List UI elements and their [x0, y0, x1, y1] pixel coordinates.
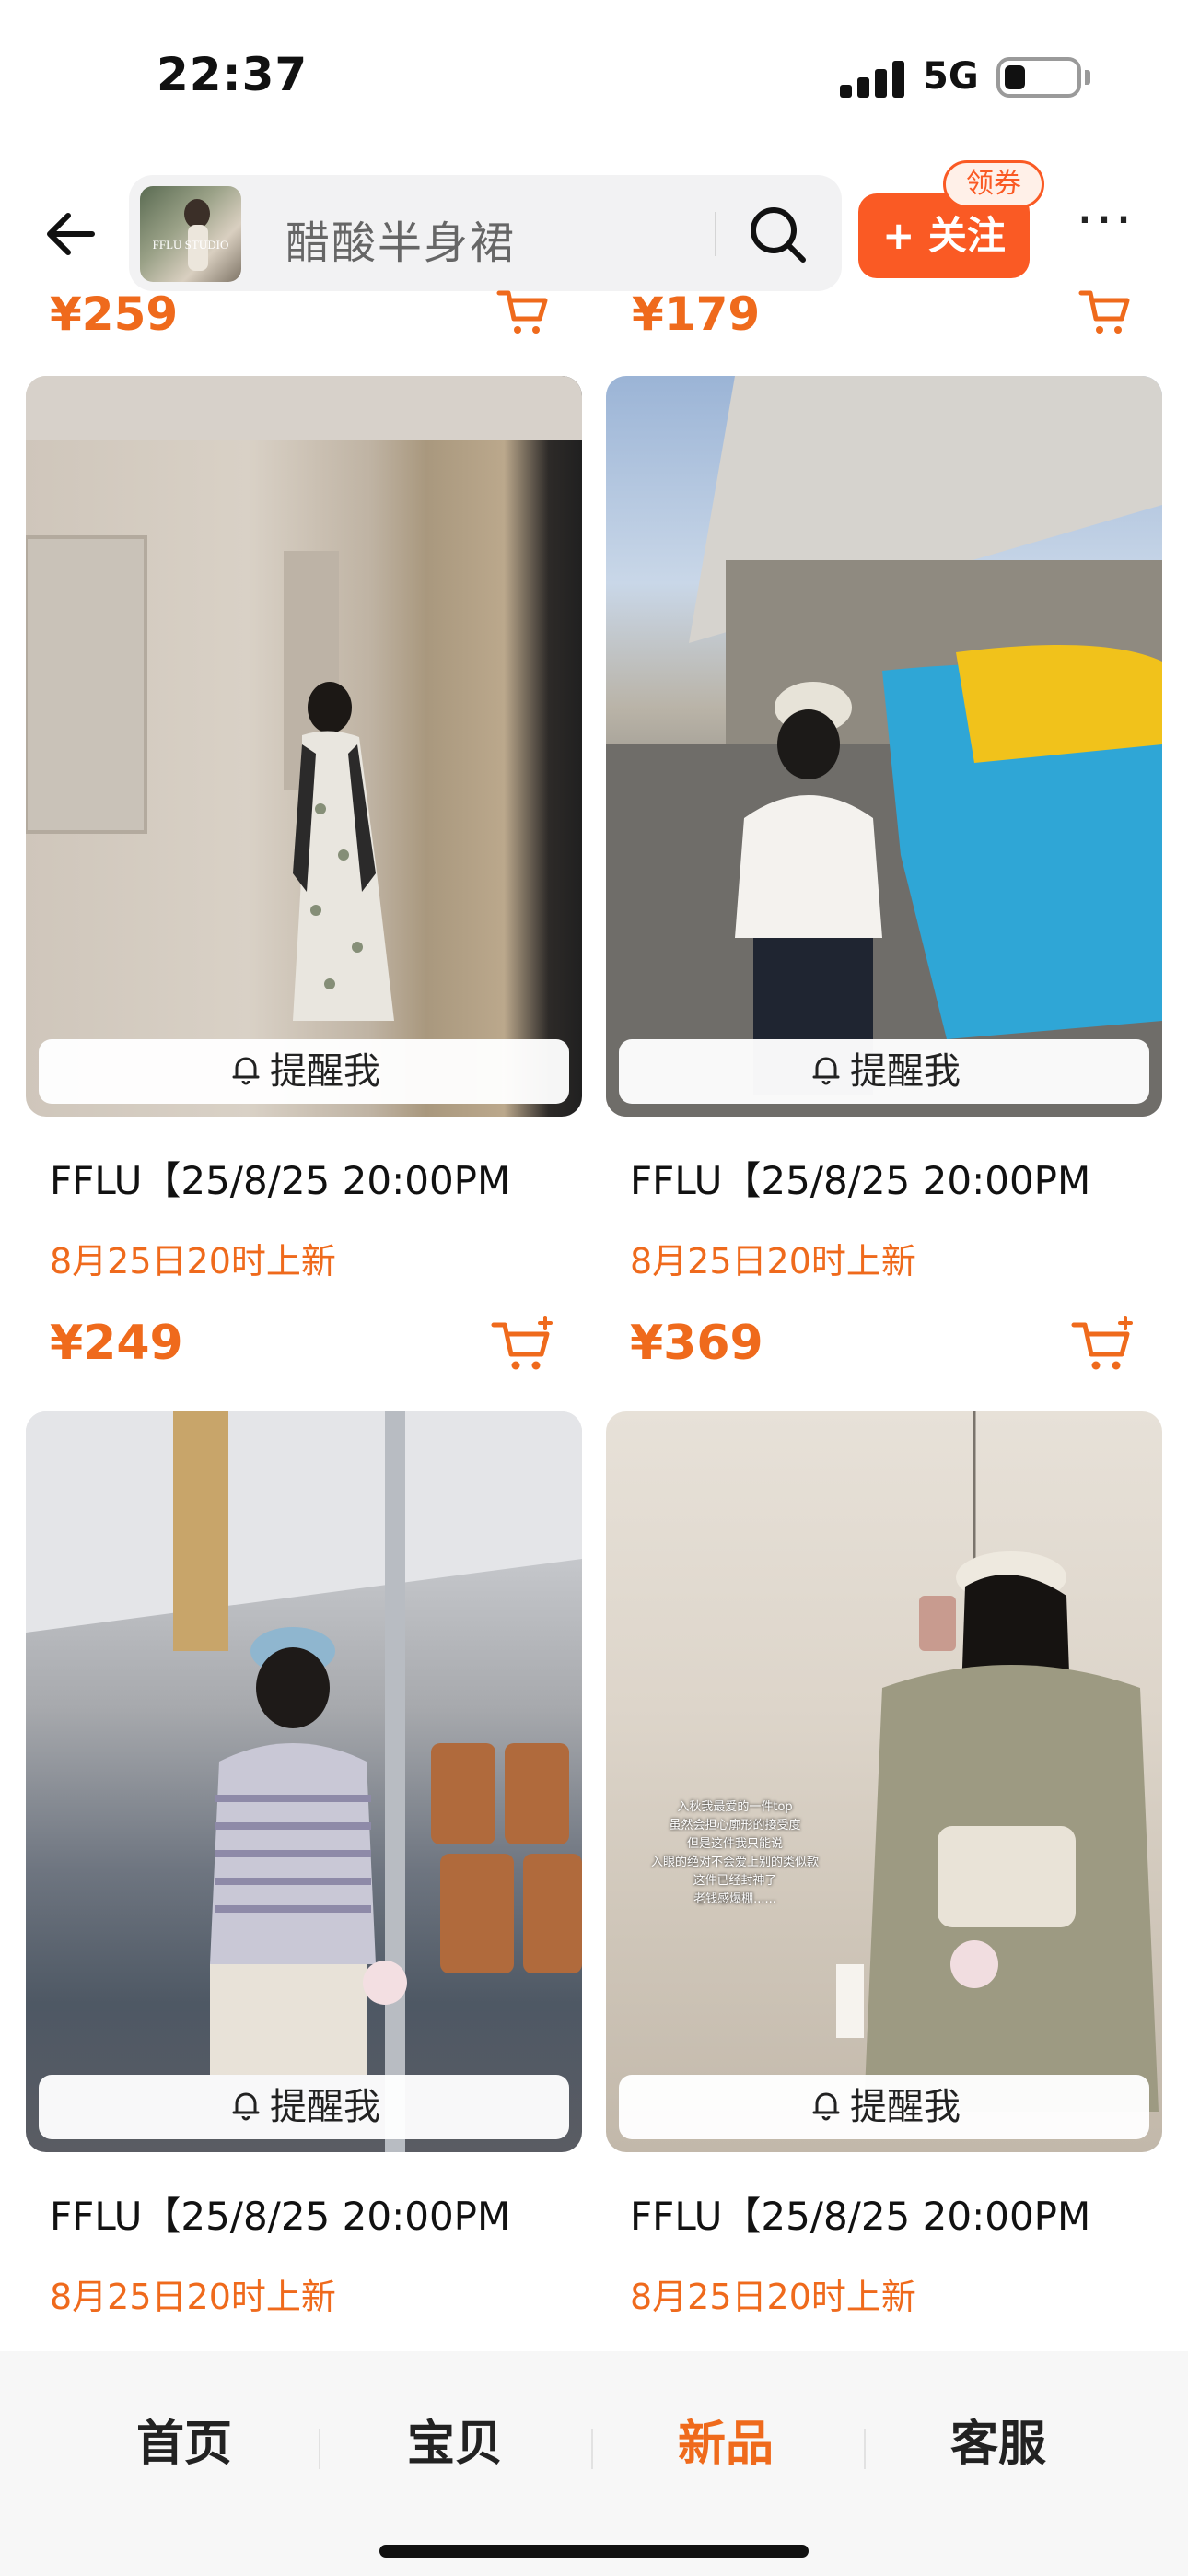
tab-divider	[591, 2429, 593, 2469]
bell-icon	[812, 1057, 840, 1085]
product-image[interactable]: 提醒我	[26, 1411, 582, 2152]
search-divider	[715, 212, 716, 256]
partial-price-right: ¥179	[632, 287, 761, 341]
shop-header: FFLU STUDIO 醋酸半身裙 + 关注 领券 ···	[0, 157, 1188, 304]
product-image[interactable]: 入秋我最爱的一件top 虽然会担心廓形的接受度 但是这件我只能说 入眼的绝对不会…	[606, 1411, 1162, 2152]
remind-me-button[interactable]: 提醒我	[39, 1039, 569, 1104]
back-button[interactable]	[37, 195, 114, 273]
product-image[interactable]: 提醒我	[606, 376, 1162, 1117]
remind-label: 提醒我	[270, 1050, 380, 1093]
product-subtitle: 8月25日20时上新	[50, 1241, 336, 1282]
bell-icon	[232, 1057, 260, 1085]
tab-products[interactable]: 宝贝	[344, 2405, 565, 2474]
search-query[interactable]: 醋酸半身裙	[285, 206, 516, 271]
partial-price-left: ¥259	[50, 287, 179, 341]
product-title[interactable]: FFLU【25/8/25 20:00PM	[630, 2185, 1090, 2242]
shop-logo[interactable]: FFLU STUDIO	[140, 186, 241, 282]
tab-home[interactable]: 首页	[74, 2405, 295, 2474]
home-indicator[interactable]	[379, 2545, 809, 2558]
cart-icon[interactable]	[1077, 286, 1133, 337]
status-bar: 22:37 5G	[0, 0, 1188, 157]
remind-label: 提醒我	[270, 2086, 380, 2128]
coupon-badge[interactable]: 领券	[943, 160, 1044, 208]
tab-divider	[864, 2429, 866, 2469]
remind-me-button[interactable]: 提醒我	[39, 2075, 569, 2139]
remind-me-button[interactable]: 提醒我	[619, 2075, 1149, 2139]
product-title[interactable]: FFLU【25/8/25 20:00PM	[50, 1150, 510, 1206]
add-to-cart-icon[interactable]	[1070, 1314, 1135, 1375]
remind-me-button[interactable]: 提醒我	[619, 1039, 1149, 1104]
status-time: 22:37	[157, 48, 309, 101]
signal-icon	[840, 59, 906, 98]
bell-icon	[812, 2092, 840, 2121]
more-icon[interactable]: ···	[1068, 193, 1142, 262]
tab-divider	[319, 2429, 320, 2469]
tab-customer-service[interactable]: 客服	[888, 2405, 1109, 2474]
product-subtitle: 8月25日20时上新	[50, 2277, 336, 2317]
photo-caption: 入秋我最爱的一件top 虽然会担心廓形的接受度 但是这件我只能说 入眼的绝对不会…	[650, 1800, 819, 1906]
bottom-tab-bar: 首页 宝贝 新品 客服	[0, 2351, 1188, 2576]
product-price: ¥249	[50, 1316, 183, 1371]
search-bar[interactable]: FFLU STUDIO 醋酸半身裙	[129, 175, 842, 291]
remind-label: 提醒我	[850, 1050, 961, 1093]
network-label: 5G	[923, 55, 979, 98]
cart-icon[interactable]	[495, 286, 551, 337]
product-image[interactable]: 提醒我	[26, 376, 582, 1117]
add-to-cart-icon[interactable]	[490, 1314, 554, 1375]
remind-label: 提醒我	[850, 2086, 961, 2128]
shop-logo-text: FFLU STUDIO	[152, 238, 229, 252]
battery-icon	[996, 57, 1081, 98]
product-subtitle: 8月25日20时上新	[630, 1241, 916, 1282]
tab-new-arrivals[interactable]: 新品	[615, 2405, 836, 2474]
bell-icon	[232, 2092, 260, 2121]
battery-cap	[1085, 70, 1090, 85]
product-subtitle: 8月25日20时上新	[630, 2277, 916, 2317]
product-price: ¥369	[630, 1316, 763, 1371]
search-icon[interactable]	[746, 203, 810, 267]
product-title[interactable]: FFLU【25/8/25 20:00PM	[630, 1150, 1090, 1206]
product-title[interactable]: FFLU【25/8/25 20:00PM	[50, 2185, 510, 2242]
back-arrow-icon	[47, 213, 95, 255]
